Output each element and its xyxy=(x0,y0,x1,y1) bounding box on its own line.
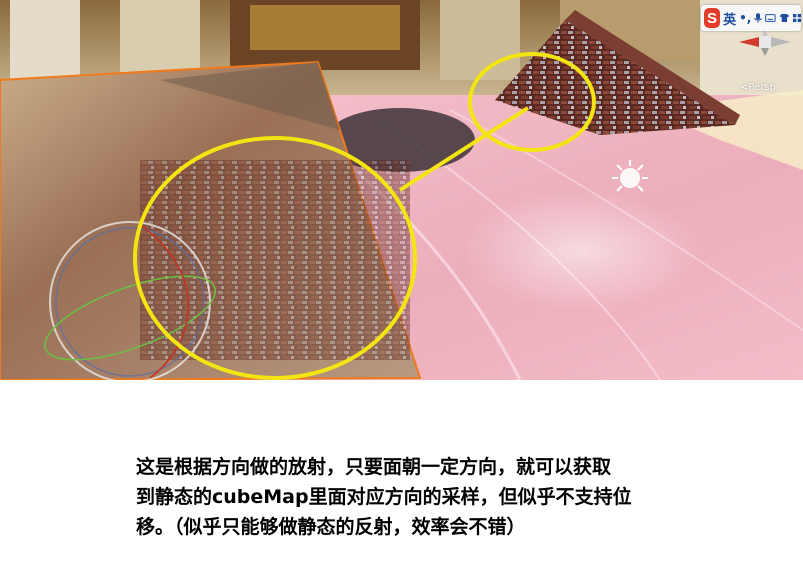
scene-viewport[interactable]: S 英 •, <Persp xyxy=(0,0,803,380)
grid-icon[interactable] xyxy=(792,12,801,24)
scene-render xyxy=(0,0,803,380)
caption-line: 这是根据方向做的放射，只要面朝一定方向，就可以获取 xyxy=(136,456,612,478)
ime-punct-toggle[interactable]: •, xyxy=(739,11,751,25)
caption: 这是根据方向做的放射，只要面朝一定方向，就可以获取 到静态的cubeMap里面对… xyxy=(136,452,776,542)
ime-mode-label[interactable]: 英 xyxy=(723,9,736,28)
caption-line: 到静态的cubeMap里面对应方向的采样，但似乎不支持位 xyxy=(136,486,632,508)
ime-toolbar[interactable]: S 英 •, xyxy=(701,5,801,31)
persp-text: Persp xyxy=(748,82,776,93)
sogou-logo-icon[interactable]: S xyxy=(704,8,721,28)
perspective-label[interactable]: <Persp xyxy=(740,82,776,93)
keyboard-icon[interactable] xyxy=(765,12,777,24)
caption-line: 移。（似乎只能够做静态的反射，效率会不错） xyxy=(136,516,526,538)
shirt-icon[interactable] xyxy=(779,11,790,25)
mic-icon[interactable] xyxy=(754,10,763,26)
